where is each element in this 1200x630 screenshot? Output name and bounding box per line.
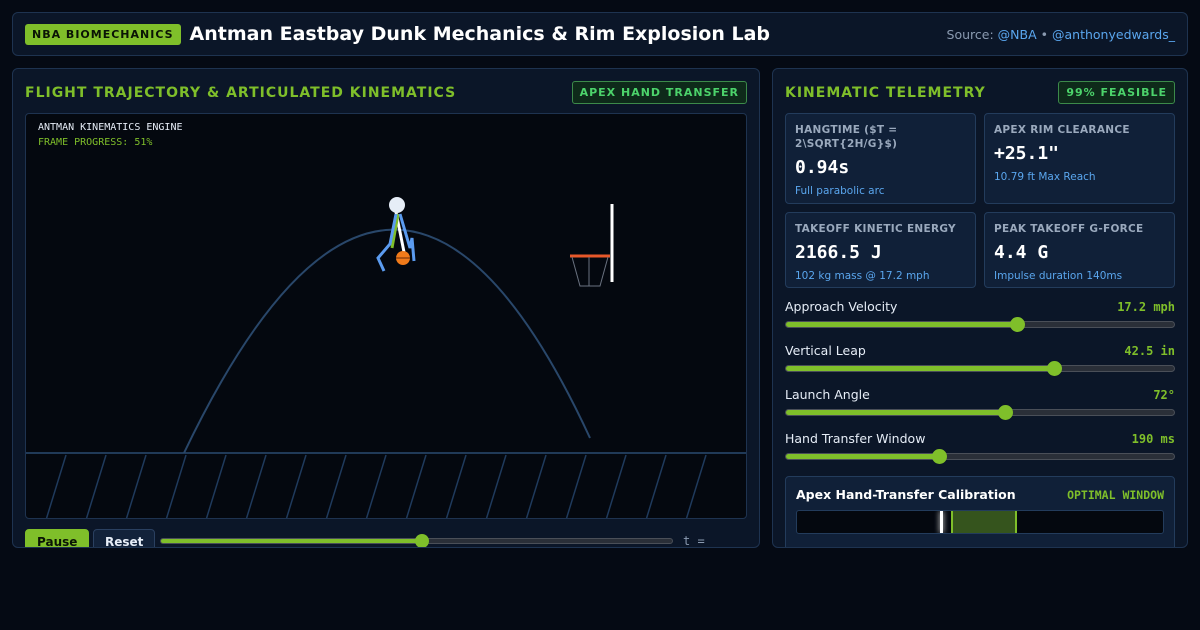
slider-value: 17.2 mph [1117,300,1175,314]
brand-badge: NBA BIOMECHANICS [25,23,181,45]
slider-value: 42.5 in [1124,344,1175,358]
pause-button[interactable]: Pause [25,529,90,547]
floor-hatch-line [685,454,707,518]
slider-label: Hand Transfer Window [785,431,926,446]
slider-value: 190 ms [1131,432,1175,446]
court-scene [26,197,746,518]
floor-hatch-line [325,454,347,518]
apex-hand-transfer-tag: APEX HAND TRANSFER [571,81,747,104]
slider-fill [786,454,940,459]
hangtime-card: HANGTIME ($T = 2\SQRT{2H/G}$) 0.94s Full… [785,113,976,204]
timeline-fill [161,539,422,543]
player-figure [376,197,416,272]
vertical-leap-slider: Vertical Leap 42.5 in [785,343,1175,383]
card-value: 2166.5 J [795,242,882,263]
card-label: APEX RIM CLEARANCE [994,124,1130,136]
slider-label: Approach Velocity [785,299,898,314]
slider-thumb[interactable] [998,405,1014,420]
slider-fill [786,322,1017,327]
card-value: 4.4 G [994,242,1049,263]
calibration-bar[interactable] [796,510,1164,534]
floor-hatch-line [405,454,427,518]
telemetry-panel-title: KINEMATIC TELEMETRY [785,85,986,101]
player-head [389,197,405,213]
slider-track[interactable] [785,449,1175,464]
floor-hatch-line [245,454,267,518]
floor-hatch-line [365,454,387,518]
slider-value: 72° [1153,388,1175,402]
playback-controls: Pause Reset t = 0.48s [25,529,747,548]
time-readout: t = 0.48s [683,534,705,548]
calibration-status: OPTIMAL WINDOW [1067,488,1164,502]
floor-hatch-line [165,454,187,518]
floor-hatch-line [125,454,147,518]
floor-hatch-line [45,454,67,518]
card-label: TAKEOFF KINETIC ENERGY [795,223,956,235]
trajectory-arc [183,228,591,454]
simulation-canvas[interactable]: ANTMAN KINEMATICS ENGINE FRAME PROGRESS:… [25,113,747,519]
court-floor [26,452,746,518]
header-bar: NBA BIOMECHANICS Antman Eastbay Dunk Mec… [12,12,1188,56]
page-title: Antman Eastbay Dunk Mechanics & Rim Expl… [189,23,771,45]
hand-transfer-window-slider: Hand Transfer Window 190 ms [785,431,1175,471]
source-link-player[interactable]: @anthonyedwards_ [1052,27,1175,42]
source-prefix: Source: [946,26,994,42]
feasibility-tag: 99% FEASIBLE [1058,81,1175,104]
timeline-scrubber[interactable] [160,534,673,547]
reset-button[interactable]: Reset [93,529,156,547]
transfer-timing-marker[interactable] [939,511,943,533]
slider-track[interactable] [785,361,1175,376]
trajectory-panel-title: FLIGHT TRAJECTORY & ARTICULATED KINEMATI… [25,85,457,101]
slider-fill [786,366,1054,371]
floor-hatch-line [85,454,107,518]
approach-velocity-slider: Approach Velocity 17.2 mph [785,299,1175,339]
floor-hatch-line [485,454,507,518]
slider-thumb[interactable] [932,449,948,464]
slider-track[interactable] [785,405,1175,420]
slider-thumb[interactable] [1046,361,1062,376]
slider-fill [786,410,1006,415]
launch-angle-slider: Launch Angle 72° [785,387,1175,427]
floor-hatching [45,454,707,518]
floor-hatch-line [645,454,667,518]
rim-clearance-card: APEX RIM CLEARANCE +25.1" 10.79 ft Max R… [984,113,1175,204]
kinetic-energy-card: TAKEOFF KINETIC ENERGY 2166.5 J 102 kg m… [785,212,976,288]
floor-hatch-line [205,454,227,518]
floor-hatch-line [605,454,627,518]
source-credit: Source: @NBA • @anthonyedwards_ [947,27,1175,42]
floor-hatch-line [445,454,467,518]
card-label: HANGTIME ($T = 2\SQRT{2H/G}$) [795,124,898,150]
source-separator: • [1040,26,1049,42]
optimal-window-zone [950,511,1017,533]
slider-label: Launch Angle [785,387,870,402]
card-subtext: Impulse duration 140ms [994,270,1123,282]
timeline-thumb[interactable] [414,534,429,547]
telemetry-panel: KINEMATIC TELEMETRY 99% FEASIBLE HANGTIM… [772,68,1188,548]
card-subtext: 10.79 ft Max Reach [994,171,1096,183]
card-subtext: 102 kg mass @ 17.2 mph [795,270,930,282]
slider-thumb[interactable] [1009,317,1025,332]
card-value: +25.1" [994,143,1060,164]
calibration-title: Apex Hand-Transfer Calibration [796,487,1016,502]
g-force-card: PEAK TAKEOFF G-FORCE 4.4 G Impulse durat… [984,212,1175,288]
hoop [570,204,614,287]
card-subtext: Full parabolic arc [795,185,885,197]
floor-hatch-line [285,454,307,518]
net [571,256,609,287]
trajectory-panel: FLIGHT TRAJECTORY & ARTICULATED KINEMATI… [12,68,760,548]
floor-hatch-line [525,454,547,518]
slider-track[interactable] [785,317,1175,332]
source-link-nba[interactable]: @NBA [998,27,1037,42]
floor-hatch-line [565,454,587,518]
card-value: 0.94s [795,157,850,178]
card-label: PEAK TAKEOFF G-FORCE [994,223,1144,235]
slider-label: Vertical Leap [785,343,866,358]
calibration-card: Apex Hand-Transfer Calibration OPTIMAL W… [785,476,1175,547]
